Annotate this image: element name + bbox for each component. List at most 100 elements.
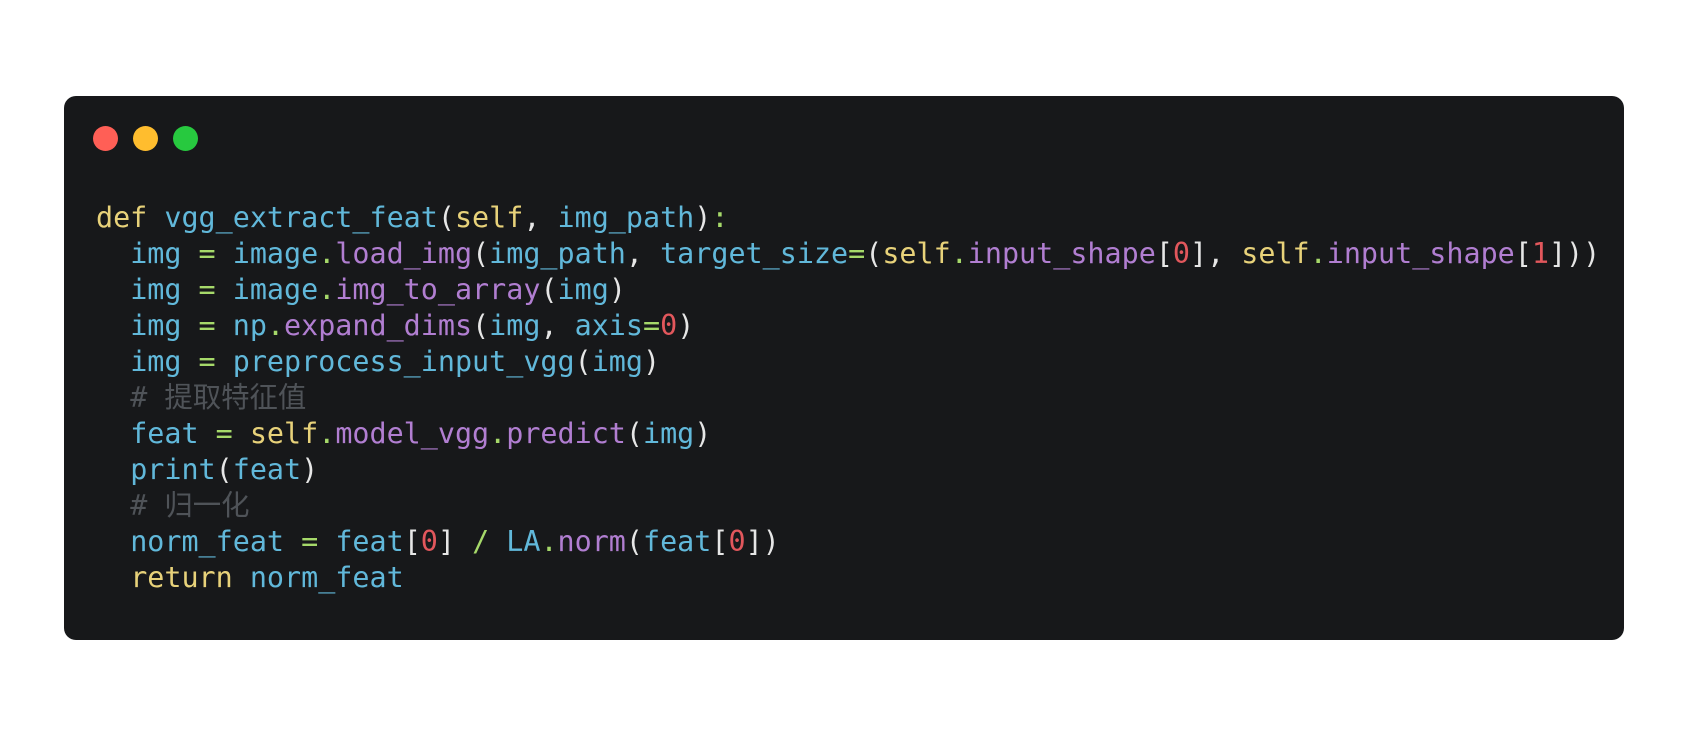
code-token: norm_feat — [249, 561, 404, 594]
code-token: ) — [642, 345, 661, 378]
code-token: . — [489, 417, 507, 450]
code-token: ) — [694, 201, 712, 234]
code-token: = — [643, 309, 661, 342]
code-token: , — [625, 237, 661, 270]
code-token: 1 — [1531, 237, 1549, 270]
code-token: LA — [506, 525, 541, 558]
code-token: img_to_array — [335, 273, 541, 306]
code-token: : — [711, 201, 729, 234]
code-token: [ — [711, 525, 729, 558]
code-token: ) — [677, 309, 695, 342]
code-token: print — [130, 453, 216, 486]
code-token: . — [318, 417, 336, 450]
code-token: img_path — [557, 201, 695, 234]
code-token: = — [198, 417, 250, 450]
code-token: model_vgg — [335, 417, 490, 450]
code-token: img — [130, 309, 182, 342]
minimize-dot-icon[interactable] — [133, 126, 158, 151]
code-token: 0 — [1172, 237, 1190, 270]
code-token: ]) — [745, 525, 780, 558]
code-token: self — [249, 417, 319, 450]
code-block: def vgg_extract_feat(self, img_path): im… — [96, 200, 1600, 596]
code-token: img — [130, 273, 182, 306]
code-token: . — [318, 273, 336, 306]
code-token: = — [181, 273, 233, 306]
code-token: = — [284, 525, 336, 558]
code-token: , — [540, 309, 575, 342]
code-token: ])) — [1548, 237, 1601, 270]
code-line: feat = self.model_vgg.predict(img) — [96, 416, 1600, 452]
code-token: ], — [1190, 237, 1242, 270]
code-token: ( — [540, 273, 558, 306]
code-line: img = preprocess_input_vgg(img) — [96, 344, 1600, 380]
code-line: # 归一化 — [96, 488, 1600, 524]
code-token: feat — [232, 453, 302, 486]
code-token: target_size — [660, 237, 849, 270]
code-token: 0 — [660, 309, 678, 342]
code-token: axis — [574, 309, 643, 342]
code-token: img — [557, 273, 609, 306]
code-token: ( — [215, 453, 233, 486]
code-token: ) — [694, 417, 712, 450]
code-token: ] — [437, 525, 473, 558]
code-token: 0 — [420, 525, 438, 558]
code-token: img — [591, 345, 643, 378]
code-token: load_img — [335, 237, 473, 270]
code-token: = — [181, 309, 233, 342]
code-token: = — [181, 237, 233, 270]
code-line: norm_feat = feat[0] / LA.norm(feat[0]) — [96, 524, 1600, 560]
code-token: ( — [625, 525, 643, 558]
code-line: def vgg_extract_feat(self, img_path): — [96, 200, 1600, 236]
code-token: . — [1309, 237, 1327, 270]
code-line: print(feat) — [96, 452, 1600, 488]
code-token: . — [540, 525, 558, 558]
code-line: return norm_feat — [96, 560, 1600, 596]
code-line: img = np.expand_dims(img, axis=0) — [96, 308, 1600, 344]
code-token: # 归一化 — [130, 489, 250, 522]
code-token: self — [1241, 237, 1310, 270]
code-line: img = image.img_to_array(img) — [96, 272, 1600, 308]
code-token: ( — [437, 201, 455, 234]
code-line: img = image.load_img(img_path, target_si… — [96, 236, 1600, 272]
code-token: 0 — [728, 525, 746, 558]
code-token: self — [454, 201, 524, 234]
close-dot-icon[interactable] — [93, 126, 118, 151]
code-token: np — [232, 309, 267, 342]
code-token: . — [266, 309, 285, 342]
code-token: ( — [625, 417, 643, 450]
code-token: . — [950, 237, 968, 270]
code-token: / — [472, 525, 490, 558]
code-token: vgg_extract_feat — [164, 201, 438, 234]
code-token: [ — [1155, 237, 1173, 270]
code-token: = — [848, 237, 866, 270]
code-token: expand_dims — [284, 309, 473, 342]
code-token: . — [318, 237, 336, 270]
code-token: ( — [472, 237, 490, 270]
code-token: input_shape — [1326, 237, 1515, 270]
code-token: ( — [865, 237, 883, 270]
code-token: ( — [472, 309, 490, 342]
code-token: feat — [335, 525, 404, 558]
code-token: norm — [557, 525, 626, 558]
code-token: def — [96, 201, 148, 234]
code-token: norm_feat — [130, 525, 285, 558]
code-token: # 提取特征值 — [130, 381, 307, 414]
code-token: = — [181, 345, 233, 378]
code-line: # 提取特征值 — [96, 380, 1600, 416]
code-token: preprocess_input_vgg — [232, 345, 575, 378]
code-token: ) — [301, 453, 319, 486]
code-token: feat — [130, 417, 199, 450]
code-token: image — [232, 273, 319, 306]
zoom-dot-icon[interactable] — [173, 126, 198, 151]
code-token: img — [130, 345, 182, 378]
